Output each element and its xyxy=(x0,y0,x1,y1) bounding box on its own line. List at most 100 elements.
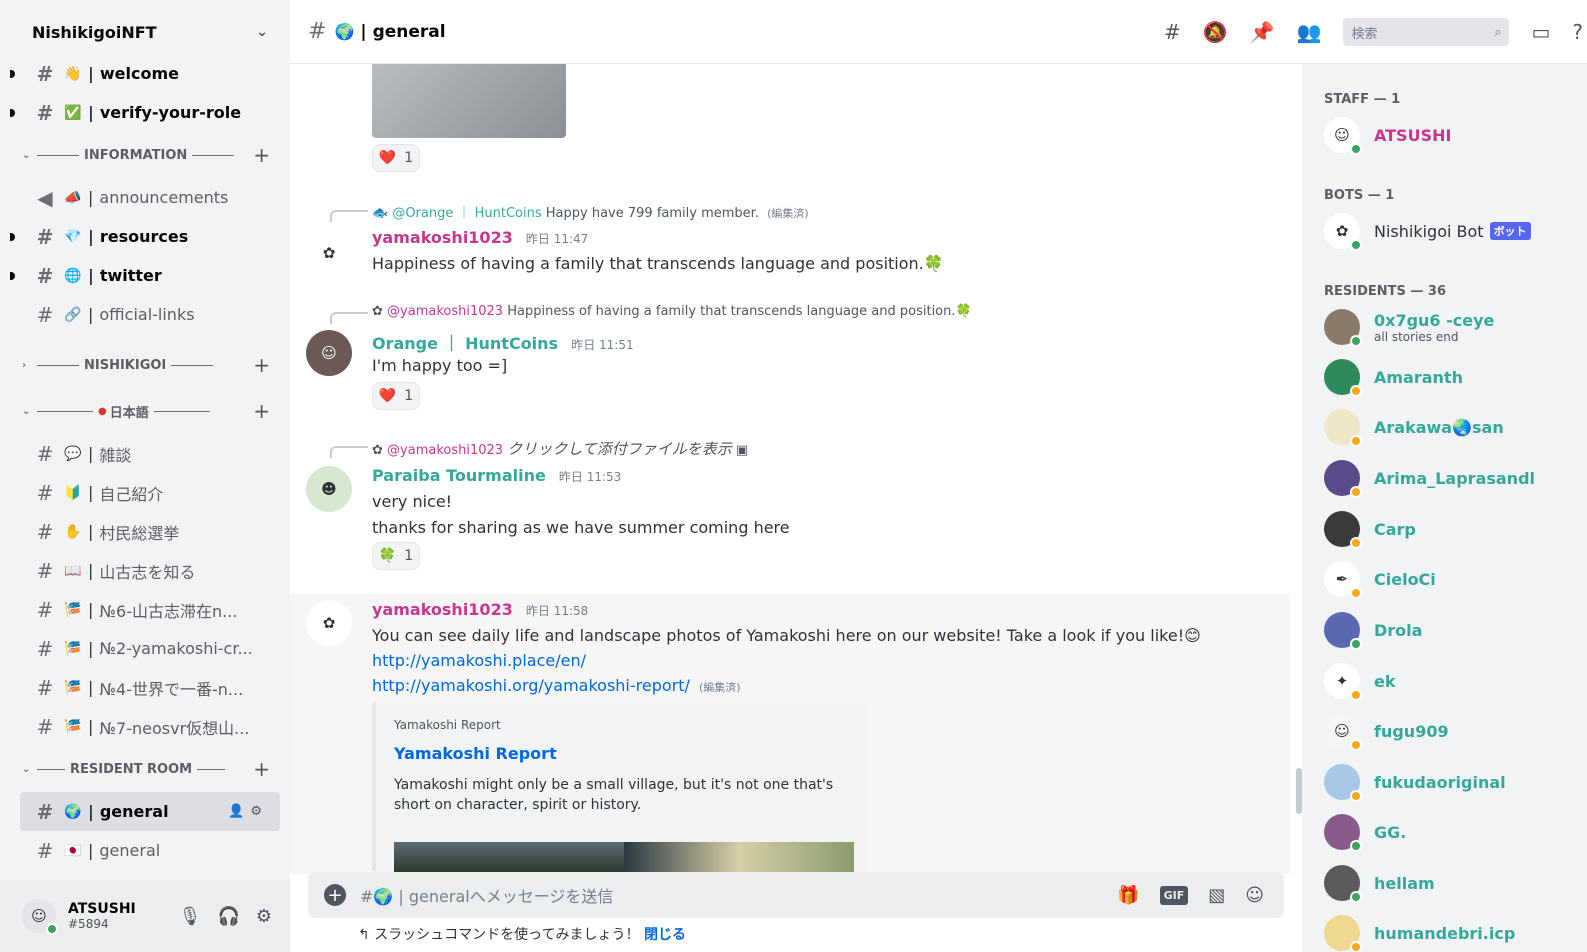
add-channel-icon[interactable]: + xyxy=(253,353,270,377)
threads-icon[interactable]: # xyxy=(1164,20,1181,44)
channel-no6[interactable]: # 🎏 | №6-山古志滞在n... xyxy=(20,590,280,629)
return-arrow-icon: ↰ xyxy=(358,927,370,943)
reaction-clover[interactable]: 🍀 1 xyxy=(372,542,420,570)
attached-image[interactable] xyxy=(372,64,566,138)
channel-emoji: 🎏 xyxy=(64,718,82,735)
channel-sonmin[interactable]: # ✋ | 村民総選挙 xyxy=(20,512,280,551)
avatar[interactable]: ☻ xyxy=(306,466,352,512)
message-author[interactable]: Paraiba Tourmaline xyxy=(372,466,546,485)
category-information[interactable]: ⌄ INFORMATION + xyxy=(20,132,280,178)
search-input[interactable]: 検索 ⌕ xyxy=(1343,18,1510,46)
reaction-heart[interactable]: ❤️ 1 xyxy=(372,144,420,172)
member-item[interactable]: ✦ ek xyxy=(1324,658,1574,704)
message-link[interactable]: http://yamakoshi.org/yamakoshi-report/ xyxy=(372,676,690,695)
avatar[interactable]: ✿ xyxy=(306,230,352,276)
member-item[interactable]: fukudaoriginal xyxy=(1324,759,1574,805)
add-channel-icon[interactable]: + xyxy=(253,143,270,167)
member-item[interactable]: 0x7gu6 -ceye all stories end xyxy=(1324,304,1574,350)
reaction-heart[interactable]: ❤️ 1 xyxy=(372,382,420,410)
member-item[interactable]: hellam xyxy=(1324,860,1574,906)
channel-general-active[interactable]: # 🌍 | general 👤⚙ xyxy=(20,792,280,831)
gear-icon[interactable]: ⚙ xyxy=(256,906,272,927)
hash-icon: # xyxy=(36,636,54,661)
avatar[interactable]: ✿ xyxy=(306,600,352,646)
channel-resources[interactable]: # 💎 | resources xyxy=(10,217,280,256)
channel-no7[interactable]: # 🎏 | №7-neosvr仮想山... xyxy=(20,707,280,746)
help-icon[interactable]: ? xyxy=(1572,20,1583,44)
channel-official-links[interactable]: # 🔗 | official-links xyxy=(20,295,280,334)
member-item[interactable]: GG. xyxy=(1324,809,1574,855)
channel-announcements[interactable]: ◀ 📣 | announcements xyxy=(20,178,280,217)
member-item[interactable]: Arakawa🌏san xyxy=(1324,404,1574,450)
add-attachment-button[interactable]: + xyxy=(324,884,346,906)
hash-icon: # xyxy=(36,558,54,583)
member-item[interactable]: Drola xyxy=(1324,607,1574,653)
channel-name: announcements xyxy=(99,188,229,207)
member-item[interactable]: ✒ CieloCi xyxy=(1324,556,1574,602)
avatar: ✒ xyxy=(1324,561,1362,599)
category-japanese[interactable]: ⌄ ● 日本語 + xyxy=(20,388,280,434)
headphones-icon[interactable]: 🎧 xyxy=(217,906,239,927)
category-nishikigoi[interactable]: › NISHIKIGOI + xyxy=(20,342,280,388)
message-composer[interactable]: + #🌍 | generalへメッセージを送信 🎁 GIF ▧ ☺ xyxy=(308,872,1284,918)
channel-yamakoshi[interactable]: # 📖 | 山古志を知る xyxy=(20,551,280,590)
hash-icon: # xyxy=(36,224,54,249)
unread-indicator xyxy=(10,108,15,117)
channel-emoji: 🔰 xyxy=(64,484,82,501)
message-author[interactable]: yamakoshi1023 xyxy=(372,600,513,619)
reply-preview[interactable]: ✿ @yamakoshi1023 Happiness of having a f… xyxy=(372,304,972,319)
member-item[interactable]: ✿ Nishikigoi Bot ボット xyxy=(1324,208,1574,254)
invite-settings-icons[interactable]: 👤⚙ xyxy=(228,804,268,819)
message-text: I'm happy too =] xyxy=(372,356,508,375)
message-input[interactable]: #🌍 | generalへメッセージを送信 xyxy=(360,883,1117,907)
members-icon[interactable]: 👥 xyxy=(1297,20,1322,44)
add-channel-icon[interactable]: + xyxy=(253,399,270,423)
member-item[interactable]: Carp xyxy=(1324,506,1574,552)
channel-no4[interactable]: # 🎏 | №4-世界で一番-n... xyxy=(20,668,280,707)
member-name: fukudaoriginal xyxy=(1374,772,1506,792)
member-item[interactable]: ☺ fugu909 xyxy=(1324,708,1574,754)
channel-sidebar: NishikigoiNFT ⌄ # 👋 | welcome # ✅ | veri… xyxy=(0,0,290,952)
channel-twitter[interactable]: # 🌐 | twitter xyxy=(10,256,280,295)
sticker-icon[interactable]: ▧ xyxy=(1208,885,1225,906)
member-item[interactable]: Amaranth xyxy=(1324,354,1574,400)
emoji-icon[interactable]: ☺ xyxy=(1245,885,1264,906)
channel-general-jp[interactable]: # 🇯🇵 | general xyxy=(20,831,280,870)
channel-jikoshoukai[interactable]: # 🔰 | 自己紹介 xyxy=(20,473,280,512)
add-channel-icon[interactable]: + xyxy=(253,757,270,781)
channel-zatsudan[interactable]: # 💬 | 雑談 xyxy=(20,434,280,473)
embed-images[interactable] xyxy=(394,842,854,872)
avatar[interactable]: ☺ xyxy=(22,899,58,935)
mute-bell-icon[interactable]: 🔕 xyxy=(1203,20,1228,44)
embed-title[interactable]: Yamakoshi Report xyxy=(394,744,850,763)
reply-preview[interactable]: ✿ @yamakoshi1023 クリックして添付ファイルを表示 ▣ xyxy=(372,438,748,459)
reply-preview[interactable]: 🐟 @Orange ｜ HuntCoins Happy have 799 fam… xyxy=(372,202,809,221)
channel-verify-your-role[interactable]: # ✅ | verify-your-role xyxy=(10,93,280,132)
gift-icon[interactable]: 🎁 xyxy=(1117,885,1139,906)
close-hint-link[interactable]: 閉じる xyxy=(644,927,686,943)
avatar[interactable]: ☺ xyxy=(306,330,352,376)
channel-no2[interactable]: # 🎏 | №2-yamakoshi-cr... xyxy=(20,629,280,668)
channel-welcome[interactable]: # 👋 | welcome xyxy=(10,64,280,93)
message-author[interactable]: Orange ｜ HuntCoins xyxy=(372,334,558,353)
server-header[interactable]: NishikigoiNFT ⌄ xyxy=(0,0,290,64)
hash-icon: # xyxy=(36,302,54,327)
channel-name: 雑談 xyxy=(99,445,132,465)
microphone-icon[interactable]: 🎙 xyxy=(179,906,202,927)
search-placeholder: 検索 xyxy=(1351,26,1378,42)
gif-button[interactable]: GIF xyxy=(1159,885,1189,905)
message-author[interactable]: yamakoshi1023 xyxy=(372,228,513,247)
message-link[interactable]: http://yamakoshi.place/en/ xyxy=(372,651,586,670)
category-resident-room[interactable]: ⌄ RESIDENT ROOM + xyxy=(20,746,280,792)
avatar: 🐟 xyxy=(372,206,389,221)
unread-indicator xyxy=(10,69,15,78)
channel-topbar: # 🌍 | general # 🔕 📌 👥 検索 ⌕ ▭ ? xyxy=(290,0,1587,64)
chevron-down-icon: ⌄ xyxy=(22,149,31,161)
member-item[interactable]: humandebri.icp xyxy=(1324,910,1574,952)
member-item[interactable]: ☺ ATSUSHI xyxy=(1324,112,1574,158)
chevron-down-icon[interactable]: ⌄ xyxy=(256,24,268,40)
pin-icon[interactable]: 📌 xyxy=(1250,20,1275,44)
channel-name: welcome xyxy=(99,64,179,83)
member-item[interactable]: Arima_Laprasandl xyxy=(1324,455,1574,501)
inbox-icon[interactable]: ▭ xyxy=(1531,20,1550,44)
